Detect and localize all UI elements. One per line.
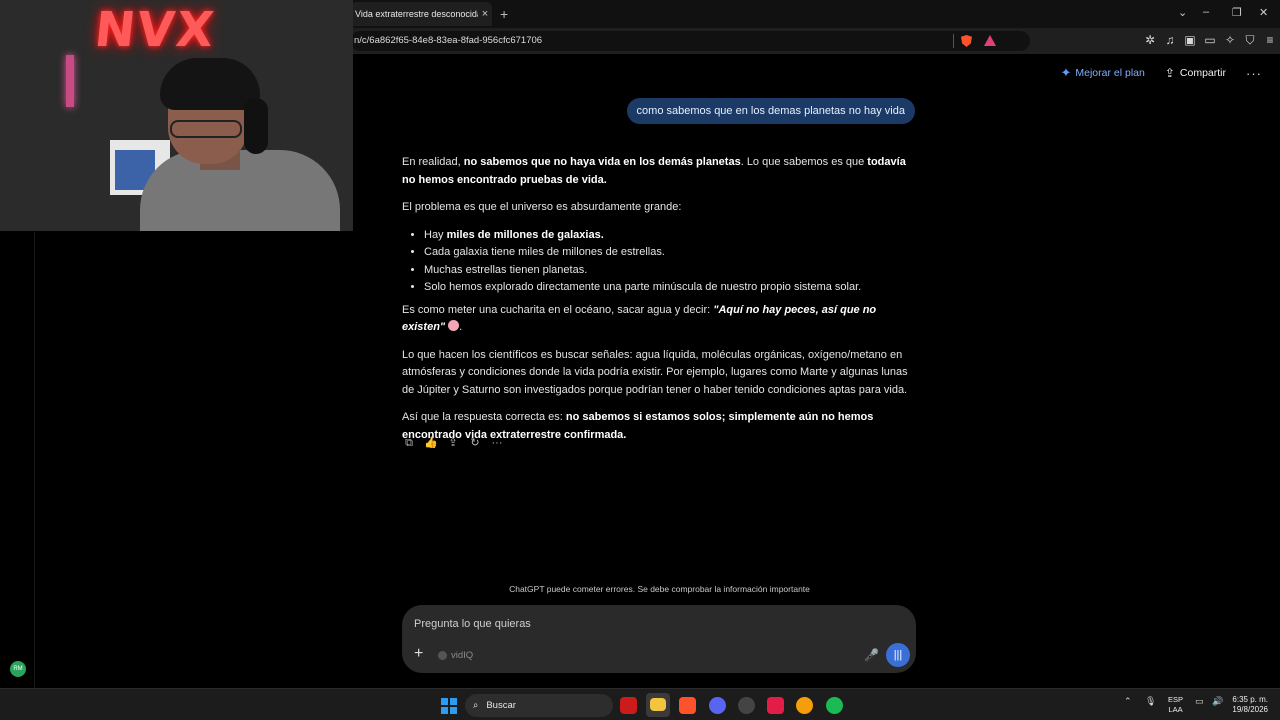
system-clock[interactable]: 6:35 p. m. 19/8/2026 xyxy=(1232,695,1268,715)
tab-search-icon[interactable]: ⌄ xyxy=(1178,6,1187,19)
windows-start-icon[interactable] xyxy=(441,698,457,714)
disclaimer-text: ChatGPT puede cometer errores. Se debe c… xyxy=(509,584,810,594)
volume-icon[interactable]: 🔊 xyxy=(1212,696,1223,707)
tab-title: Vida extraterrestre desconocida xyxy=(355,9,478,19)
regenerate-icon[interactable]: ↻ xyxy=(468,436,482,450)
tab-close-icon[interactable]: × xyxy=(478,8,492,20)
tray-overflow-icon[interactable]: ⌃ xyxy=(1124,696,1132,707)
list-item: Muchas estrellas tienen planetas. xyxy=(424,262,917,280)
clock-time: 6:35 p. m. xyxy=(1232,695,1268,704)
more-options-icon[interactable]: ··· xyxy=(1246,66,1262,81)
answer-bullet-list: Hay miles de millones de galaxias. Cada … xyxy=(424,227,917,297)
composer: + vidIQ 🎤 ||| xyxy=(402,605,916,673)
vidiq-icon xyxy=(438,651,447,660)
more-actions-icon[interactable]: ··· xyxy=(490,436,504,450)
laughing-emoji-icon xyxy=(448,320,460,331)
pink-light-strip xyxy=(66,55,74,107)
copy-icon[interactable]: ⧉ xyxy=(402,436,416,450)
brave-rewards-icon[interactable] xyxy=(984,35,996,46)
language-indicator[interactable]: ESP LAA xyxy=(1168,695,1183,715)
search-icon: ⌕ xyxy=(473,700,479,711)
share-message-icon[interactable]: ⇪ xyxy=(446,436,460,450)
restore-button[interactable]: ❐ xyxy=(1232,6,1242,19)
leo-ai-icon[interactable]: ✧ xyxy=(1223,33,1237,47)
taskbar-search[interactable]: ⌕ Buscar xyxy=(465,694,613,717)
close-window-button[interactable]: ✕ xyxy=(1259,6,1268,19)
voice-mode-button[interactable]: ||| xyxy=(886,643,910,667)
list-item: Hay miles de millones de galaxias. xyxy=(424,227,917,245)
taskbar-search-label: Buscar xyxy=(486,700,516,711)
opera-app-icon[interactable] xyxy=(767,697,784,714)
sidebar-toggle-icon[interactable]: ▣ xyxy=(1183,33,1197,47)
vpn-icon[interactable]: ⛉ xyxy=(1243,33,1257,47)
neon-sign: NVX xyxy=(92,2,219,58)
user-message: como sabemos que en los demas planetas n… xyxy=(626,98,915,124)
vidiq-tool[interactable]: vidIQ xyxy=(438,650,473,661)
answer-paragraph-3: Es como meter una cucharita en el océano… xyxy=(402,303,877,334)
prompt-input[interactable] xyxy=(414,614,834,634)
wallet-icon[interactable]: ▭ xyxy=(1203,33,1217,47)
webcam-overlay: NVX xyxy=(0,0,353,231)
assistant-message: En realidad, no sabemos que no haya vida… xyxy=(402,154,917,454)
folder-icon xyxy=(650,698,666,711)
url-field[interactable]: n/c/6a862f65-84e8-83ea-8fad-956cfc671706 xyxy=(350,31,1030,51)
url-divider xyxy=(953,34,954,48)
clock-date: 19/8/2026 xyxy=(1232,705,1268,714)
person-shirt xyxy=(140,150,340,231)
vidiq-label: vidIQ xyxy=(451,650,474,661)
new-tab-button[interactable]: + xyxy=(500,6,508,22)
share-label: Compartir xyxy=(1179,67,1226,79)
tab-active[interactable]: Vida extraterrestre desconocida × xyxy=(350,2,492,26)
upgrade-plan-label: Mejorar el plan xyxy=(1075,67,1145,79)
share-button[interactable]: ⇪ Compartir xyxy=(1165,66,1226,80)
person-hair xyxy=(160,58,260,110)
network-icon[interactable]: ▭ xyxy=(1195,696,1204,707)
taskbar: ⌕ Buscar ⌃ 🎙 ESP LAA ▭ 🔊 6:35 p. m. 19/8… xyxy=(0,688,1280,720)
sparkle-icon: ✦ xyxy=(1060,65,1072,80)
message-actions: ⧉ 👍 ⇪ ↻ ··· xyxy=(402,436,504,450)
media-icon[interactable]: ♫ xyxy=(1163,33,1177,47)
menu-icon[interactable]: ≡ xyxy=(1263,33,1277,47)
thumbs-icon[interactable]: 👍 xyxy=(424,436,438,450)
answer-paragraph-4: Lo que hacen los científicos es buscar s… xyxy=(402,348,908,396)
headphones xyxy=(244,98,268,154)
notification-app-icon[interactable] xyxy=(796,697,813,714)
sidebar-divider xyxy=(34,232,35,688)
obs-app-icon[interactable] xyxy=(738,697,755,714)
avatar[interactable]: RM xyxy=(10,661,26,677)
share-icon: ⇪ xyxy=(1164,66,1175,80)
extensions-icon[interactable]: ✲ xyxy=(1143,33,1157,47)
glasses xyxy=(170,120,242,138)
minimize-button[interactable]: – xyxy=(1203,6,1209,18)
microphone-icon[interactable]: 🎤 xyxy=(864,648,879,662)
youtube-app-icon[interactable] xyxy=(620,697,637,714)
add-attachment-button[interactable]: + xyxy=(414,645,423,663)
list-item: Solo hemos explorado directamente una pa… xyxy=(424,279,917,297)
header-actions: ✦ Mejorar el plan ⇪ Compartir ··· xyxy=(1060,65,1262,81)
upgrade-plan-button[interactable]: ✦ Mejorar el plan xyxy=(1060,65,1144,81)
tray-mic-icon[interactable]: 🎙 xyxy=(1145,696,1156,707)
answer-paragraph-2: El problema es que el universo es absurd… xyxy=(402,201,682,213)
spotify-app-icon[interactable] xyxy=(826,697,843,714)
brave-app-icon[interactable] xyxy=(679,697,696,714)
answer-paragraph-1: En realidad, no sabemos que no haya vida… xyxy=(402,156,906,186)
list-item: Cada galaxia tiene miles de millones de … xyxy=(424,244,917,262)
discord-app-icon[interactable] xyxy=(709,697,726,714)
